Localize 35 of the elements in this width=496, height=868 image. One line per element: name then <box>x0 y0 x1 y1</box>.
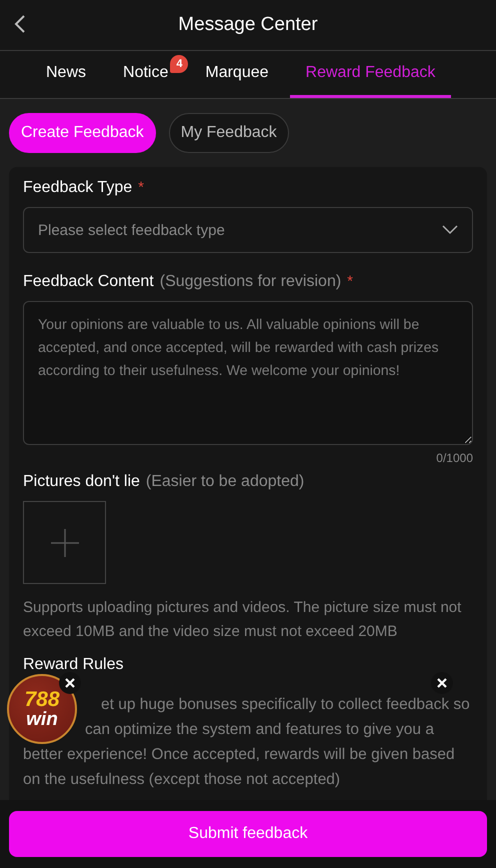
submit-button[interactable]: Submit feedback <box>9 811 487 857</box>
close-button[interactable] <box>59 672 81 694</box>
field-label: Feedback Type <box>23 179 132 197</box>
field-label: Feedback Content <box>23 273 154 291</box>
segment-tab[interactable]: Create Feedback <box>9 113 156 153</box>
select-placeholder: Please select feedback type <box>38 222 225 238</box>
tab[interactable]: Marquee <box>189 51 285 98</box>
rules-text-line: on the usefulness (except those not accepted) <box>23 771 340 788</box>
required-mark: * <box>138 179 144 196</box>
field-label: Pictures don't lie <box>23 473 140 491</box>
section-title: Reward Rules <box>23 656 124 674</box>
feedback-content-field[interactable]: Your opinions are valuable to us. All valuable opinions will be accepted, and once accepted, will be rewarded with cash prizes according to their usefulness. We welcome your opinions! <box>23 301 473 445</box>
rules-text-line: et up huge bonuses specifically to collect feedback so <box>101 696 470 713</box>
badge-word: win <box>26 710 58 729</box>
back-icon <box>14 14 26 34</box>
plus-icon <box>50 528 80 558</box>
upload-note: Supports uploading pictures and videos. The picture size must not exceed 10MB and the video size must not exceed 20MB <box>23 598 462 642</box>
rules-text-line: can optimize the system and features to give you a <box>85 721 434 738</box>
tab[interactable]: News <box>30 51 102 98</box>
tab[interactable]: Reward Feedback <box>290 51 452 98</box>
required-mark: * <box>347 273 354 290</box>
count-badge: 4 <box>170 55 188 73</box>
badge-number: 788 <box>24 689 60 710</box>
brand-badge[interactable]: 788 win <box>7 674 77 744</box>
chevron-down-icon <box>442 225 458 235</box>
page-title: Message Center <box>178 14 318 36</box>
close-icon <box>437 678 447 688</box>
close-button[interactable] <box>431 672 453 694</box>
field-hint: (Easier to be adopted) <box>146 473 304 491</box>
character-counter: 0/1000 <box>435 451 473 465</box>
segment-tab[interactable]: My Feedback <box>168 113 289 153</box>
close-icon <box>65 678 75 688</box>
field-hint: (Suggestions for revision) <box>160 273 342 291</box>
feedback-type-select[interactable]: Please select feedback type <box>23 207 473 253</box>
rules-text-line: better experience! Once accepted, rewards will be given based <box>23 746 455 763</box>
